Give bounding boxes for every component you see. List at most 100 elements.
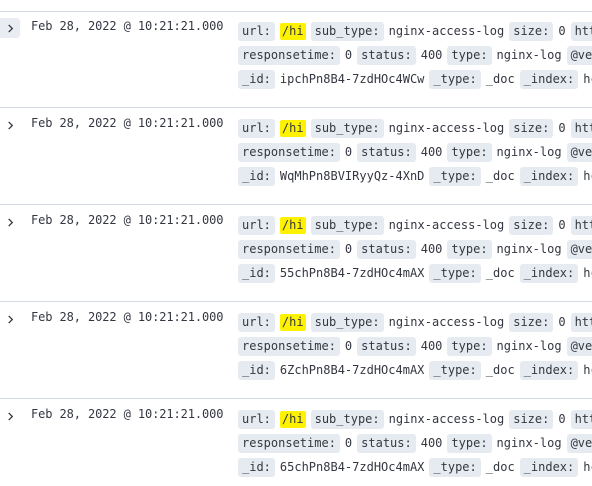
field-value: hc	[583, 168, 592, 183]
field-key: _index:	[519, 360, 579, 380]
field-value-highlighted: /hi	[279, 119, 306, 137]
field-line: url: /hi sub_type: nginx-access-log size…	[238, 213, 592, 237]
field-key: @ve	[566, 433, 592, 453]
row-fields: url: /hi sub_type: nginx-access-log size…	[238, 310, 592, 382]
field-key: status:	[357, 336, 416, 356]
field-key: _index:	[519, 457, 579, 477]
field-key: _id:	[238, 263, 275, 283]
field-key: @ve	[566, 239, 592, 259]
field-key: htt	[570, 21, 592, 41]
field-value: ipchPn8B4-7zdHOc4WCw	[279, 71, 425, 86]
field-value: 0	[558, 411, 566, 426]
field-key: _id:	[238, 69, 275, 89]
field-value-highlighted: /hi	[279, 216, 306, 234]
field-value: 0	[344, 338, 353, 353]
field-value: hc	[583, 265, 592, 280]
field-value-highlighted: /hi	[279, 410, 306, 428]
expand-row-button[interactable]	[0, 406, 20, 426]
expand-row-button[interactable]	[0, 115, 20, 135]
field-key: type:	[447, 142, 492, 162]
field-key: status:	[357, 239, 416, 259]
field-value: nginx-log	[496, 338, 562, 353]
field-key: sub_type:	[310, 312, 384, 332]
chevron-right-icon	[7, 217, 13, 227]
field-key: url:	[238, 21, 275, 41]
field-key: size:	[509, 215, 554, 235]
field-value: nginx-log	[496, 47, 562, 62]
field-key: _type:	[429, 166, 481, 186]
field-line: _id: ipchPn8B4-7zdHOc4WCw _type: _doc _i…	[238, 67, 592, 91]
field-key: url:	[238, 409, 275, 429]
field-value: 0	[558, 314, 566, 329]
field-key: status:	[357, 142, 416, 162]
field-key: _index:	[519, 69, 579, 89]
field-key: _id:	[238, 457, 275, 477]
chevron-right-icon	[7, 120, 13, 130]
field-value: 0	[344, 241, 353, 256]
field-key: type:	[447, 433, 492, 453]
field-value: 0	[558, 217, 566, 232]
row-fields: url: /hi sub_type: nginx-access-log size…	[238, 407, 592, 479]
chevron-right-icon	[7, 314, 13, 324]
field-line: responsetime: 0 status: 400 type: nginx-…	[238, 431, 592, 455]
field-key: type:	[447, 45, 492, 65]
field-key: url:	[238, 118, 275, 138]
field-value: 0	[344, 47, 353, 62]
table-row: Feb 28, 2022 @ 10:21:21.000 url: /hi sub…	[0, 107, 592, 205]
field-value: 6ZchPn8B4-7zdHOc4mAX	[279, 362, 425, 377]
row-fields: url: /hi sub_type: nginx-access-log size…	[238, 213, 592, 285]
field-value: nginx-access-log	[388, 411, 505, 426]
field-key: status:	[357, 45, 416, 65]
field-key: _id:	[238, 360, 275, 380]
field-key: htt	[570, 118, 592, 138]
field-key: sub_type:	[310, 215, 384, 235]
field-value: hc	[583, 362, 592, 377]
expand-row-button[interactable]	[0, 18, 20, 38]
field-key: _id:	[238, 166, 275, 186]
field-key: size:	[509, 312, 554, 332]
field-value: _doc	[485, 71, 515, 86]
field-value-highlighted: /hi	[279, 22, 306, 40]
expand-row-button[interactable]	[0, 212, 20, 232]
field-key: _type:	[429, 360, 481, 380]
field-key: url:	[238, 215, 275, 235]
field-value: 55chPn8B4-7zdHOc4mAX	[279, 265, 425, 280]
field-value: hc	[583, 459, 592, 474]
row-timestamp: Feb 28, 2022 @ 10:21:21.000	[31, 213, 224, 227]
field-value: nginx-access-log	[388, 120, 505, 135]
field-key: sub_type:	[310, 409, 384, 429]
field-value: _doc	[485, 362, 515, 377]
table-row: Feb 28, 2022 @ 10:21:21.000 url: /hi sub…	[0, 398, 592, 486]
document-table: Feb 28, 2022 @ 10:21:21.000 url: /hi sub…	[0, 0, 592, 486]
field-key: htt	[570, 215, 592, 235]
field-value: 0	[558, 23, 566, 38]
field-value: WqMhPn8BVIRyyQz-4XnD	[279, 168, 425, 183]
field-line: _id: 55chPn8B4-7zdHOc4mAX _type: _doc _i…	[238, 261, 592, 285]
field-key: _index:	[519, 166, 579, 186]
field-value: nginx-access-log	[388, 217, 505, 232]
field-line: responsetime: 0 status: 400 type: nginx-…	[238, 140, 592, 164]
field-value: _doc	[485, 459, 515, 474]
chevron-right-icon	[7, 23, 13, 33]
chevron-right-icon	[7, 411, 13, 421]
field-line: _id: 65chPn8B4-7zdHOc4mAX _type: _doc _i…	[238, 455, 592, 479]
field-key: sub_type:	[310, 118, 384, 138]
field-value: nginx-log	[496, 144, 562, 159]
row-timestamp: Feb 28, 2022 @ 10:21:21.000	[31, 407, 224, 421]
field-value: 400	[420, 47, 443, 62]
field-value: nginx-access-log	[388, 23, 505, 38]
field-value: _doc	[485, 265, 515, 280]
field-value: hc	[583, 71, 592, 86]
field-key: status:	[357, 433, 416, 453]
field-value: nginx-access-log	[388, 314, 505, 329]
field-key: _index:	[519, 263, 579, 283]
field-line: responsetime: 0 status: 400 type: nginx-…	[238, 43, 592, 67]
field-value: 0	[344, 144, 353, 159]
row-timestamp: Feb 28, 2022 @ 10:21:21.000	[31, 310, 224, 324]
field-key: type:	[447, 336, 492, 356]
field-key: responsetime:	[238, 142, 340, 162]
expand-row-button[interactable]	[0, 309, 20, 329]
field-line: _id: WqMhPn8BVIRyyQz-4XnD _type: _doc _i…	[238, 164, 592, 188]
table-row: Feb 28, 2022 @ 10:21:21.000 url: /hi sub…	[0, 10, 592, 108]
field-value: 400	[420, 241, 443, 256]
